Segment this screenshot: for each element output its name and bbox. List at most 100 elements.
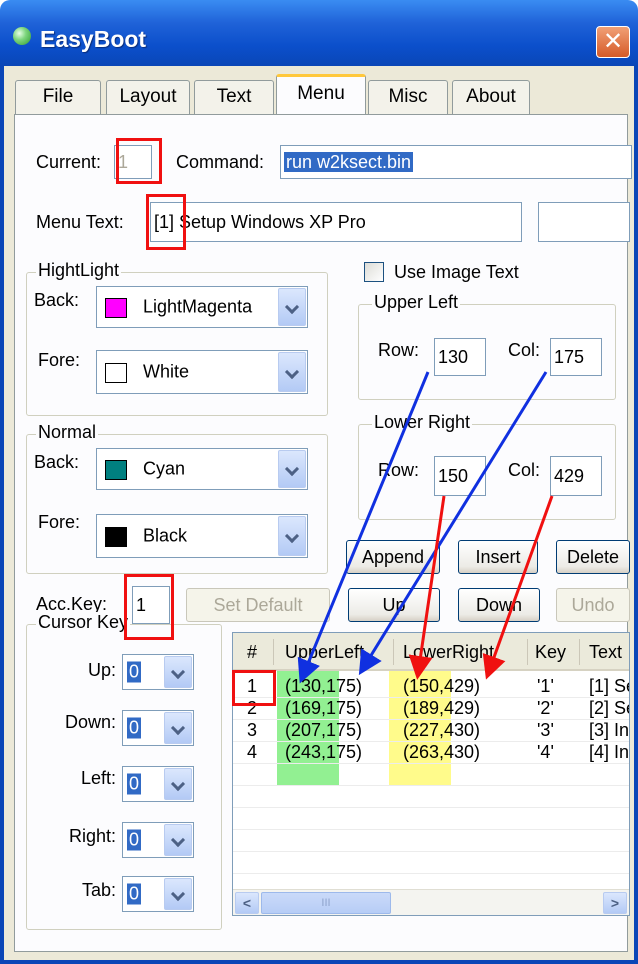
- column-header-text[interactable]: Text: [589, 633, 622, 671]
- row-upperleft: (243,175): [285, 742, 363, 762]
- cursor-right-value: 0: [127, 829, 142, 851]
- close-button[interactable]: ✕: [596, 26, 630, 58]
- cursor-left-label: Left:: [80, 768, 116, 788]
- normal-fore-select[interactable]: Black: [96, 514, 308, 558]
- normal-fore-swatch: [105, 527, 127, 547]
- highlight-fore-value: White: [143, 361, 190, 382]
- normal-back-swatch: [105, 460, 127, 480]
- chevron-down-icon[interactable]: [164, 768, 192, 800]
- table-row[interactable]: 3 (207,175) (227,430) '3' [3] Install: [233, 719, 629, 741]
- row-upperleft: (130,175): [285, 676, 363, 696]
- scroll-left-icon[interactable]: <: [235, 892, 259, 914]
- cursor-tab-select[interactable]: 0: [122, 876, 194, 912]
- chevron-down-icon[interactable]: [164, 878, 192, 910]
- highlight-group-title: HightLight: [36, 260, 122, 281]
- row-lowerright: (189,429): [403, 698, 481, 718]
- cursor-up-value: 0: [127, 661, 142, 683]
- cursor-key-group-title: Cursor Key: [36, 612, 131, 633]
- menu-extra-field[interactable]: [538, 202, 630, 242]
- menu-text-label: Menu Text:: [36, 212, 124, 232]
- tab-misc[interactable]: Misc: [368, 80, 448, 114]
- annotation-current-box: [116, 138, 162, 184]
- use-image-text-label: Use Image Text: [394, 262, 519, 282]
- cursor-down-select[interactable]: 0: [122, 710, 194, 746]
- highlight-fore-select[interactable]: White: [96, 350, 308, 394]
- chevron-down-icon[interactable]: [278, 352, 306, 392]
- chevron-down-icon[interactable]: [278, 516, 306, 556]
- tab-about[interactable]: About: [452, 80, 530, 114]
- tab-file[interactable]: File: [15, 80, 101, 114]
- delete-button[interactable]: Delete: [556, 540, 630, 574]
- annotation-acc-key-box: [124, 574, 174, 640]
- normal-back-label: Back:: [34, 452, 80, 472]
- upper-left-col-field[interactable]: 175: [550, 338, 602, 376]
- cursor-up-select[interactable]: 0: [122, 654, 194, 690]
- scroll-thumb[interactable]: III: [261, 892, 391, 914]
- menu-items-listview[interactable]: # UpperLeft LowerRight Key Text 1 (130,1…: [232, 632, 630, 916]
- row-num: 3: [247, 720, 258, 740]
- lower-right-col-field[interactable]: 429: [550, 456, 602, 496]
- cursor-down-value: 0: [127, 717, 142, 739]
- scroll-right-icon[interactable]: >: [603, 892, 627, 914]
- table-row[interactable]: 4 (243,175) (263,430) '4' [4] Install: [233, 741, 629, 763]
- command-field[interactable]: run w2ksect.bin: [280, 145, 632, 179]
- lower-right-group-title: Lower Right: [372, 412, 473, 433]
- lower-right-row-label: Row:: [378, 460, 420, 480]
- use-image-text-checkbox[interactable]: [364, 262, 384, 282]
- insert-button[interactable]: Insert: [458, 540, 538, 574]
- row-lowerright: (263,430): [403, 742, 481, 762]
- upper-left-group-title: Upper Left: [372, 292, 461, 313]
- command-label: Command:: [176, 152, 265, 172]
- cursor-left-value: 0: [127, 773, 142, 795]
- undo-button[interactable]: Undo: [556, 588, 630, 622]
- cursor-right-select[interactable]: 0: [122, 822, 194, 858]
- cursor-up-label: Up:: [87, 660, 116, 680]
- chevron-down-icon[interactable]: [164, 712, 192, 744]
- chevron-down-icon[interactable]: [164, 824, 192, 856]
- chevron-down-icon[interactable]: [278, 450, 306, 488]
- lower-right-col-label: Col:: [508, 460, 541, 480]
- normal-fore-value: Black: [143, 525, 188, 546]
- row-text: [3] Install: [589, 720, 630, 740]
- row-key: '3': [537, 720, 554, 740]
- highlight-back-label: Back:: [34, 290, 80, 310]
- row-lowerright: (150,429): [403, 676, 481, 696]
- set-default-button[interactable]: Set Default: [186, 588, 330, 622]
- highlight-back-value: LightMagenta: [143, 296, 253, 317]
- current-label: Current:: [36, 152, 102, 172]
- tab-text[interactable]: Text: [194, 80, 274, 114]
- annotation-menu-text-box: [146, 194, 186, 250]
- column-header-key[interactable]: Key: [535, 633, 566, 671]
- upper-left-row-label: Row:: [378, 340, 420, 360]
- window-title: EasyBoot: [40, 26, 147, 52]
- lower-right-row-field[interactable]: 150: [434, 456, 486, 496]
- chevron-down-icon[interactable]: [278, 288, 306, 326]
- highlight-back-swatch: [105, 298, 127, 318]
- row-text: [4] Install: [589, 742, 630, 762]
- cursor-tab-label: Tab:: [81, 880, 116, 900]
- command-value: run w2ksect.bin: [284, 152, 414, 172]
- normal-back-select[interactable]: Cyan: [96, 448, 308, 490]
- cursor-right-label: Right:: [68, 826, 116, 846]
- down-button[interactable]: Down: [458, 588, 540, 622]
- column-header-upperleft[interactable]: UpperLeft: [285, 633, 364, 671]
- tab-menu[interactable]: Menu: [276, 74, 366, 114]
- normal-back-value: Cyan: [143, 458, 186, 479]
- column-header-num[interactable]: #: [247, 633, 257, 671]
- table-row[interactable]: 1 (130,175) (150,429) '1' [1] Setup Wind…: [233, 675, 629, 697]
- horizontal-scrollbar[interactable]: < III >: [233, 889, 629, 915]
- column-header-lowerright[interactable]: LowerRight: [403, 633, 494, 671]
- upper-left-row-field[interactable]: 130: [434, 338, 486, 376]
- row-num: 4: [247, 742, 258, 762]
- table-row[interactable]: 2 (169,175) (189,429) '2' [2] Setup: [233, 697, 629, 719]
- highlight-back-select[interactable]: LightMagenta: [96, 286, 308, 328]
- app-icon: [13, 27, 31, 45]
- menu-text-field[interactable]: [1] Setup Windows XP Pro: [150, 202, 522, 242]
- tab-layout[interactable]: Layout: [106, 80, 190, 114]
- cursor-left-select[interactable]: 0: [122, 766, 194, 802]
- cursor-tab-value: 0: [127, 883, 142, 905]
- row-text: [2] Setup: [589, 698, 629, 718]
- chevron-down-icon[interactable]: [164, 656, 192, 688]
- up-button[interactable]: Up: [348, 588, 440, 622]
- append-button[interactable]: Append: [346, 540, 440, 574]
